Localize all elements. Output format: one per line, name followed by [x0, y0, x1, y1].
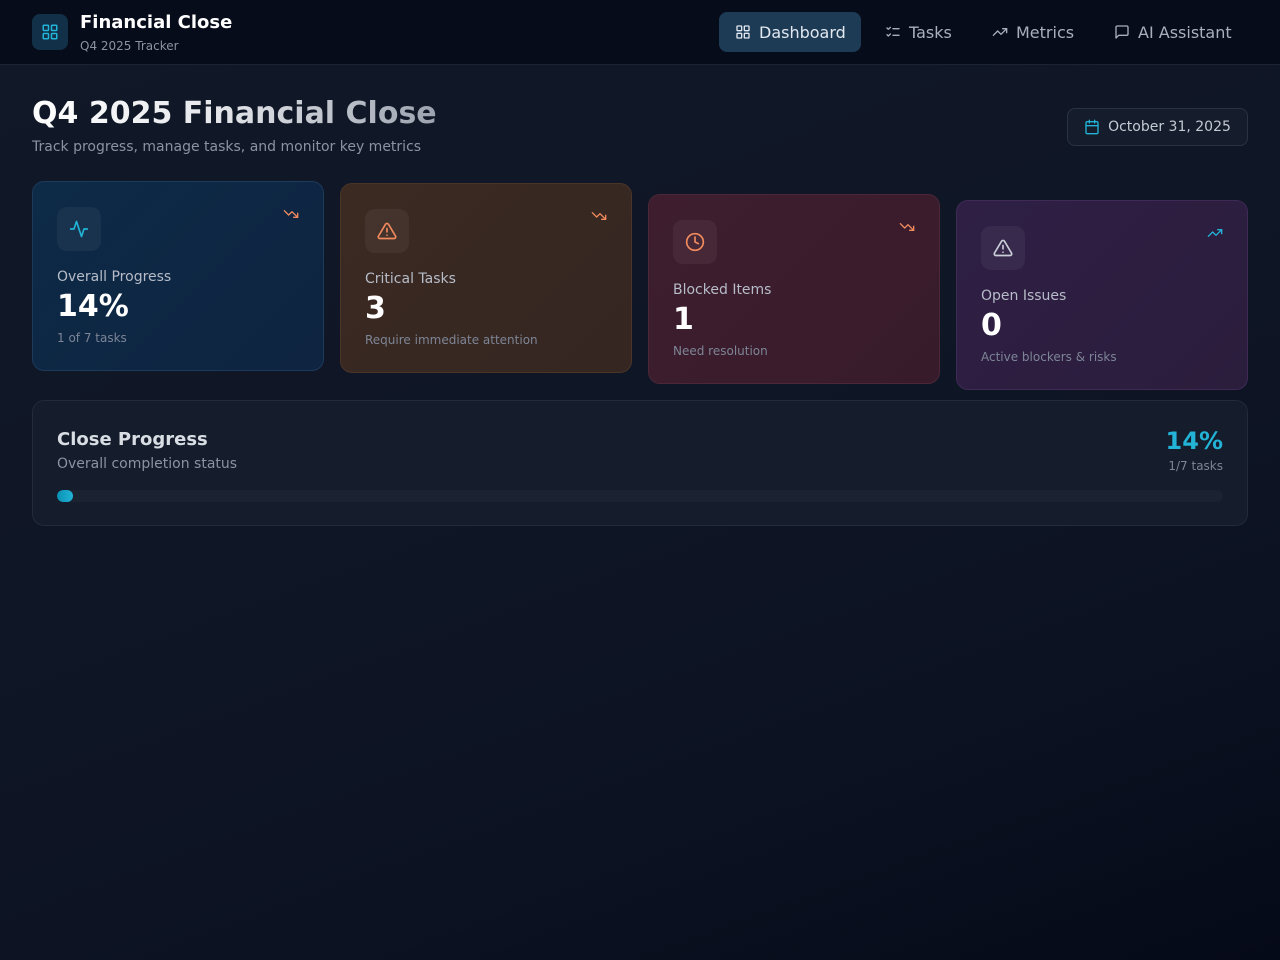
layout-grid-icon — [736, 25, 750, 39]
stat-label: Open Issues — [981, 288, 1067, 304]
stat-label: Overall Progress — [57, 269, 172, 285]
nav-dashboard-label: Dashboard — [759, 22, 846, 42]
nav-dashboard[interactable]: Dashboard — [719, 12, 861, 52]
stat-note: 1 of 7 tasks — [57, 331, 127, 345]
page-subtitle: Track progress, manage tasks, and monito… — [32, 139, 422, 155]
stat-card-overall-progress: Overall Progress 14% 1 of 7 tasks — [32, 181, 324, 371]
stat-icon-box — [365, 209, 409, 253]
nav-ai-assistant-label: AI Assistant — [1138, 22, 1232, 42]
stat-card-open-issues: Open Issues 0 Active blockers & risks — [956, 200, 1248, 390]
list-checks-icon — [886, 26, 900, 37]
activity-icon — [69, 220, 89, 238]
message-square-icon — [1115, 25, 1129, 39]
stat-label: Critical Tasks — [365, 271, 456, 287]
stat-value: 3 — [365, 291, 386, 326]
app-title: Financial Close — [80, 12, 233, 33]
alert-triangle-icon — [377, 222, 397, 240]
progress-title: Close Progress — [57, 429, 208, 450]
clock-icon — [685, 232, 705, 252]
stat-card-blocked-items: Blocked Items 1 Need resolution — [648, 194, 940, 384]
stat-value: 14% — [57, 289, 129, 324]
stat-note: Need resolution — [673, 344, 768, 358]
progress-count: 1/7 tasks — [1168, 459, 1223, 473]
progress-bar-track — [57, 490, 1223, 502]
trending-up-icon — [992, 27, 1008, 36]
nav-tasks[interactable]: Tasks — [869, 12, 968, 52]
stat-card-critical-tasks: Critical Tasks 3 Require immediate atten… — [340, 183, 632, 373]
app-header: Financial Close Q4 2025 Tracker Dashboar… — [0, 0, 1280, 65]
stat-note: Require immediate attention — [365, 333, 538, 347]
stat-label: Blocked Items — [673, 282, 772, 298]
nav-metrics[interactable]: Metrics — [976, 12, 1090, 52]
nav-ai-assistant[interactable]: AI Assistant — [1098, 12, 1248, 52]
stat-note: Active blockers & risks — [981, 350, 1117, 364]
layout-grid-icon — [42, 24, 58, 40]
stat-icon-box — [673, 220, 717, 264]
nav-tasks-label: Tasks — [909, 22, 952, 42]
trending-down-icon — [899, 223, 915, 231]
date-picker-button[interactable]: October 31, 2025 — [1067, 108, 1248, 146]
nav-metrics-label: Metrics — [1016, 22, 1075, 42]
app-subtitle: Q4 2025 Tracker — [80, 39, 179, 53]
alert-triangle-icon — [993, 239, 1013, 257]
close-progress-panel: Close Progress Overall completion status… — [32, 400, 1248, 526]
page-title: Q4 2025 Financial Close — [32, 96, 437, 131]
trending-down-icon — [283, 210, 299, 218]
stat-value: 1 — [673, 302, 694, 337]
stat-value: 0 — [981, 308, 1002, 343]
app-logo — [32, 14, 68, 50]
progress-percent: 14% — [1165, 427, 1223, 455]
date-label: October 31, 2025 — [1108, 119, 1231, 135]
trending-up-icon — [1207, 229, 1223, 237]
progress-subtitle: Overall completion status — [57, 456, 238, 472]
trending-down-icon — [591, 212, 607, 220]
stat-icon-box — [981, 226, 1025, 270]
stat-icon-box — [57, 207, 101, 251]
progress-bar-fill — [57, 490, 74, 502]
calendar-icon — [1085, 119, 1099, 135]
